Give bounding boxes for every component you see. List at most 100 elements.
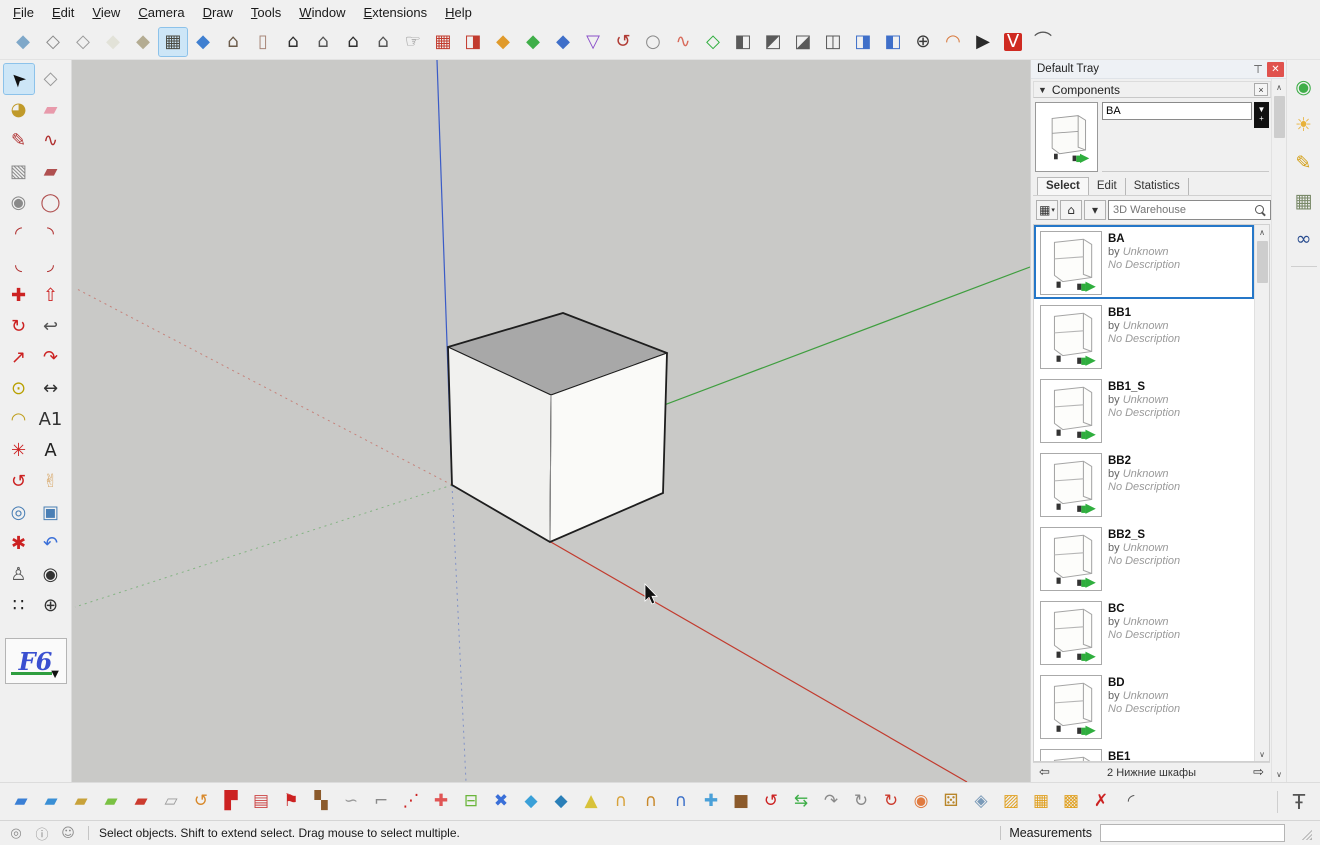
solid-trim-icon[interactable]: ◫ — [819, 28, 847, 56]
zoom-extents-tool[interactable]: ✱ — [4, 529, 34, 559]
fredo-tool-orange-icon[interactable]: ◆ — [489, 28, 517, 56]
component-item-bb1[interactable]: BB1 by Unknown No Description — [1034, 299, 1254, 373]
mirror-triangle-icon[interactable]: ▲ — [577, 788, 605, 816]
menu-camera[interactable]: Camera — [129, 2, 193, 23]
prev-collection-arrow[interactable]: ⇦ — [1039, 765, 1059, 780]
component-item-bb2s[interactable]: BB2_S by Unknown No Description — [1034, 521, 1254, 595]
tab-statistics[interactable]: Statistics — [1126, 178, 1189, 195]
view-options-button[interactable]: ▦ ▾ — [1036, 200, 1058, 220]
component-options-icon[interactable]: ◨ — [459, 28, 487, 56]
move-cross-icon[interactable]: ✚ — [697, 788, 725, 816]
tray-scroll-down-icon[interactable]: ∨ — [1272, 767, 1286, 781]
waterdrop-icon[interactable]: ◆ — [517, 788, 545, 816]
tab-edit[interactable]: Edit — [1089, 178, 1126, 195]
menu-extensions[interactable]: Extensions — [355, 2, 437, 23]
view-right-icon[interactable]: ⌂ — [369, 28, 397, 56]
resize-grip[interactable] — [1299, 827, 1312, 840]
fredo-tool-undo-icon[interactable]: ↺ — [609, 28, 637, 56]
component-item-be1[interactable]: BE1 by Unknown No Description — [1034, 743, 1254, 761]
credits-icon[interactable]: ⓘ — [34, 825, 50, 841]
style-hidden-line-icon[interactable]: ◆ — [99, 28, 127, 56]
move-tool[interactable]: ✚ — [4, 281, 34, 311]
view-back-icon[interactable]: ▯ — [249, 28, 277, 56]
follow-me-tool[interactable]: ↩ — [36, 312, 66, 342]
component-item-bc[interactable]: BC by Unknown No Description — [1034, 595, 1254, 669]
solid-intersect-icon[interactable]: ◨ — [849, 28, 877, 56]
undo-arc-icon[interactable]: ↺ — [757, 788, 785, 816]
line-tool[interactable]: ✎ — [4, 126, 34, 156]
fredo-tool-blue-icon[interactable]: ◆ — [549, 28, 577, 56]
select-tool[interactable]: ➤ — [4, 64, 34, 94]
scatter-x-icon[interactable]: ✗ — [1087, 788, 1115, 816]
component-description-area[interactable] — [1102, 132, 1269, 172]
tape-measure-tool[interactable]: ⊙ — [4, 374, 34, 404]
pan-tool[interactable]: ✌ — [36, 467, 66, 497]
zoom-window-tool[interactable]: ▣ — [36, 498, 66, 528]
rectangle-tool[interactable]: ▧ — [4, 157, 34, 187]
menu-window[interactable]: Window — [290, 2, 354, 23]
green-split-icon[interactable]: ⊟ — [457, 788, 485, 816]
component-item-bb1s[interactable]: BB1_S by Unknown No Description — [1034, 373, 1254, 447]
look-around-tool[interactable]: ◉ — [36, 560, 66, 590]
model-wireframe-cube-icon[interactable]: ◇ — [39, 28, 67, 56]
tab-select[interactable]: Select — [1037, 177, 1089, 195]
crate-icon[interactable]: ■ — [727, 788, 755, 816]
sandbox-icon[interactable]: ◠ — [939, 28, 967, 56]
vray-logo-icon[interactable]: V — [999, 28, 1027, 56]
eraser-tool[interactable]: ▰ — [36, 95, 66, 125]
tray-scrollbar[interactable]: ∧ ∨ — [1271, 79, 1286, 782]
two-point-arc-tool[interactable]: ◝ — [36, 219, 66, 249]
tile-hash-icon[interactable]: ▰ — [7, 788, 35, 816]
binoculars-icon[interactable]: ∞ — [1289, 224, 1319, 254]
push-pull-tool[interactable]: ⇧ — [36, 281, 66, 311]
polygon-tool[interactable]: ◯ — [36, 188, 66, 218]
orbit-tool[interactable]: ↺ — [4, 467, 34, 497]
cube[interactable] — [448, 313, 667, 542]
animation-clapper-icon[interactable]: ▶ — [969, 28, 997, 56]
geolocation-icon[interactable]: ◎ — [8, 825, 24, 841]
curve-handle-icon[interactable]: ◜ — [1117, 788, 1145, 816]
scroll-down-icon[interactable]: ∨ — [1255, 747, 1269, 761]
vertex-cube-icon[interactable]: ◈ — [967, 788, 995, 816]
swirl-icon[interactable]: ↺ — [187, 788, 215, 816]
circle-tool[interactable]: ◉ — [4, 188, 34, 218]
next-collection-arrow[interactable]: ⇨ — [1244, 765, 1264, 780]
style-textured-icon[interactable]: ▦ — [159, 28, 187, 56]
user-icon[interactable]: ☺ — [60, 825, 76, 841]
red-cross-icon[interactable]: ✚ — [427, 788, 455, 816]
rotated-rectangle-tool[interactable]: ▰ — [36, 157, 66, 187]
leash-curve-icon[interactable]: ∿ — [669, 28, 697, 56]
crystal-icon[interactable]: ◇ — [699, 28, 727, 56]
previous-view-tool[interactable]: ↶ — [36, 529, 66, 559]
component-name-input[interactable] — [1102, 102, 1252, 120]
menu-view[interactable]: View — [83, 2, 129, 23]
collections-dropdown-button[interactable]: ▾ — [1084, 200, 1106, 220]
dotted-curve-icon[interactable]: ⋰ — [397, 788, 425, 816]
add-component-button[interactable]: ▼ + — [1254, 102, 1269, 128]
position-camera-tool[interactable]: ♙ — [4, 560, 34, 590]
screw-clamp-icon[interactable]: Ŧ — [1285, 788, 1313, 816]
component-item-bb2[interactable]: BB2 by Unknown No Description — [1034, 447, 1254, 521]
components-close-button[interactable]: × — [1254, 83, 1268, 96]
solid-union-icon[interactable]: ◩ — [759, 28, 787, 56]
tile-blue-icon[interactable]: ▰ — [37, 788, 65, 816]
view-iso-icon[interactable]: ⌂ — [219, 28, 247, 56]
walk-tool[interactable]: ∷ — [4, 591, 34, 621]
tray-scrollbar-thumb[interactable] — [1274, 96, 1285, 138]
view-left-icon[interactable]: ⌂ — [339, 28, 367, 56]
export-cube-icon[interactable]: ↷ — [817, 788, 845, 816]
solid-outer-shell-icon[interactable]: ◧ — [729, 28, 757, 56]
grid-diagonal-icon[interactable]: ▨ — [997, 788, 1025, 816]
corner-square-icon[interactable]: ▛ — [217, 788, 245, 816]
f6-dropdown-arrow[interactable]: ▼ — [49, 666, 62, 681]
scroll-up-icon[interactable]: ∧ — [1255, 225, 1269, 239]
boxes-swap-icon[interactable]: ⇆ — [787, 788, 815, 816]
hook-delete-icon[interactable]: ∩ — [637, 788, 665, 816]
tray-close-icon[interactable]: ✕ — [1267, 62, 1284, 77]
style-shaded-icon[interactable]: ◆ — [129, 28, 157, 56]
measurements-input[interactable] — [1100, 824, 1285, 842]
component-item-ba[interactable]: BA by Unknown No Description — [1034, 225, 1254, 299]
shadow-sun-icon[interactable]: ☀ — [1289, 110, 1319, 140]
menu-draw[interactable]: Draw — [194, 2, 242, 23]
view-front-icon[interactable]: ⌂ — [279, 28, 307, 56]
